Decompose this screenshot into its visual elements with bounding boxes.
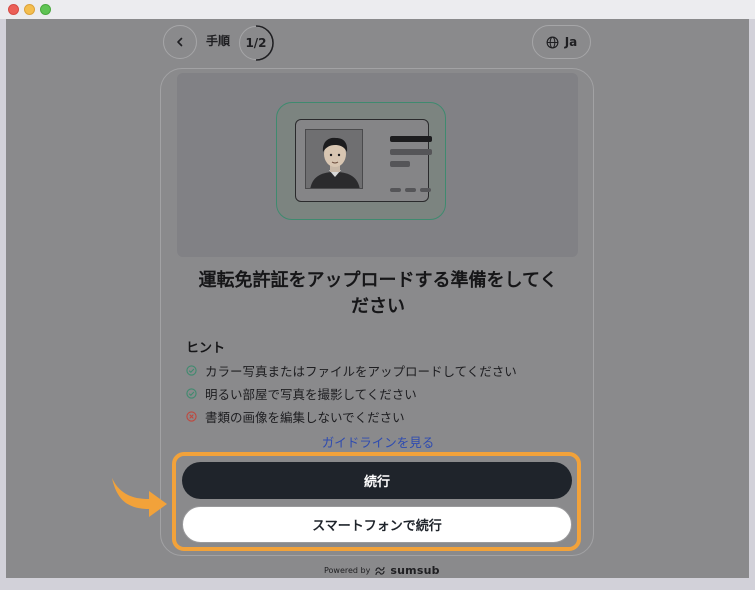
- guidelines-link[interactable]: ガイドラインを見る: [161, 432, 595, 451]
- continue-on-phone-button[interactable]: スマートフォンで続行: [182, 506, 572, 543]
- globe-icon: [546, 36, 559, 48]
- page-content: 手順 1/2 Ja 運転免許証をアップロードする準備をしてく ださい ヒント カ…: [6, 19, 749, 578]
- id-line-2: [390, 161, 410, 167]
- powered-by-label: Powered by: [324, 566, 371, 575]
- language-label: Ja: [564, 35, 578, 49]
- sumsub-logo-icon: [375, 566, 385, 575]
- back-button[interactable]: [163, 25, 197, 59]
- hint-item: 明るい部屋で写真を撮影してください: [186, 384, 417, 403]
- id-line-4: [405, 188, 416, 192]
- app-window: 手順 1/2 Ja 運転免許証をアップロードする準備をしてく ださい ヒント カ…: [0, 0, 755, 590]
- hint-text: 書類の画像を編集しないでください: [205, 410, 405, 425]
- powered-by-footer: Powered by sumsub: [324, 564, 440, 577]
- window-titlebar: [0, 0, 755, 19]
- close-window-button[interactable]: [8, 4, 19, 15]
- language-button[interactable]: Ja: [532, 25, 591, 59]
- id-line-5: [420, 188, 431, 192]
- hint-text: 明るい部屋で写真を撮影してください: [205, 387, 417, 402]
- check-circle-icon: [186, 365, 197, 376]
- continue-button[interactable]: 続行: [182, 462, 572, 499]
- chevron-left-icon: [177, 37, 183, 47]
- brand-name: sumsub: [390, 564, 440, 577]
- hints-title: ヒント: [186, 341, 226, 356]
- minimize-window-button[interactable]: [24, 4, 35, 15]
- hint-item: 書類の画像を編集しないでください: [186, 407, 405, 426]
- step-progress-ring: [255, 25, 274, 61]
- hint-item: カラー写真またはファイルをアップロードしてください: [186, 361, 517, 380]
- page-title: 運転免許証をアップロードする準備をしてく ださい: [161, 268, 595, 320]
- page-title-line-1: 運転免許証をアップロードする準備をしてく: [198, 270, 558, 291]
- step-label: 手順: [206, 34, 231, 48]
- person-portrait-icon: [310, 137, 360, 188]
- pointer-arrow-icon: [112, 478, 167, 517]
- id-line-3: [390, 188, 401, 192]
- id-line-name: [390, 136, 432, 142]
- page-title-line-2: ださい: [351, 296, 405, 317]
- id-line-1: [390, 149, 432, 155]
- check-circle-icon: [186, 388, 197, 399]
- portrait-photo: [305, 129, 363, 189]
- x-circle-icon: [186, 411, 197, 422]
- hint-text: カラー写真またはファイルをアップロードしてください: [205, 364, 517, 379]
- zoom-window-button[interactable]: [40, 4, 51, 15]
